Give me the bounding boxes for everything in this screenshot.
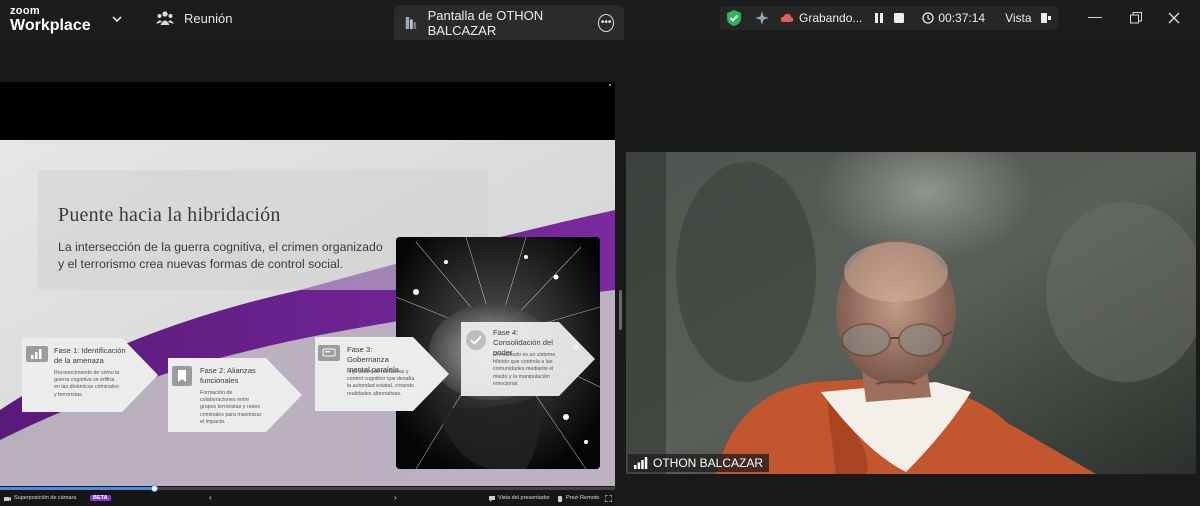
clock-icon bbox=[922, 12, 935, 24]
phase-2-desc: Formación de colaboraciones entre grupos… bbox=[200, 390, 262, 425]
presentation-player-bar: Superposición de cámara BETA ‹ › Vista d… bbox=[0, 485, 615, 506]
next-slide-icon[interactable]: › bbox=[394, 493, 397, 502]
phase-1-card: Fase 1: Identificación de la amenaza Rec… bbox=[22, 338, 158, 412]
phase-3-desc: Imposición de narrativas y control cogni… bbox=[347, 369, 415, 397]
progress-fill bbox=[0, 487, 154, 490]
camera-overlay-icon[interactable] bbox=[4, 496, 11, 502]
presenter-view-button[interactable]: Vista del presentador bbox=[498, 495, 550, 501]
beta-badge: BETA bbox=[90, 495, 111, 501]
brand-line-2: Workplace bbox=[10, 17, 91, 34]
brand-line-1: zoom bbox=[10, 5, 40, 17]
slide-subtitle: La intersección de la guerra cognitiva, … bbox=[58, 240, 383, 271]
fullscreen-icon[interactable] bbox=[605, 495, 612, 502]
presenter-view-icon[interactable] bbox=[489, 496, 495, 502]
phase-1-desc: Reconocimiento de cómo la guerra cogniti… bbox=[54, 370, 120, 398]
presentation-slide: Puente hacia la hibridación La intersecc… bbox=[0, 140, 615, 486]
screen-share-icon bbox=[405, 16, 417, 29]
phase-2-title: Fase 2: Alianzas funcionales bbox=[200, 366, 256, 385]
chevron-down-icon[interactable] bbox=[110, 12, 124, 26]
restore-icon[interactable] bbox=[1130, 12, 1142, 24]
bookmark-icon bbox=[172, 366, 192, 386]
screen-share-label: Pantalla de OTHON BALCAZAR bbox=[427, 7, 544, 38]
phase-3-card: Fase 3: Gobernanza mental paralela Impos… bbox=[315, 337, 449, 411]
participant-video bbox=[626, 152, 1196, 474]
close-icon[interactable] bbox=[1168, 12, 1180, 24]
view-layout-icon[interactable] bbox=[1040, 12, 1052, 24]
meeting-timer: 00:37:14 bbox=[938, 11, 986, 25]
cloud-record-icon bbox=[780, 13, 794, 22]
shared-screen-top bbox=[0, 82, 615, 140]
presentation-progress[interactable] bbox=[0, 485, 615, 492]
remote-icon[interactable] bbox=[557, 496, 563, 502]
check-icon bbox=[466, 330, 486, 350]
view-button[interactable]: Vista bbox=[1005, 11, 1031, 25]
shield-check-icon[interactable] bbox=[726, 9, 742, 27]
phase-2-card: Fase 2: Alianzas funcionales Formación d… bbox=[168, 358, 302, 432]
screen-share-tab[interactable]: Pantalla de OTHON BALCAZAR ••• bbox=[394, 5, 624, 40]
progress-knob[interactable] bbox=[150, 485, 158, 492]
participant-name: OTHON BALCAZAR bbox=[653, 456, 764, 470]
signal-strength-icon bbox=[634, 457, 648, 469]
split-view-handle[interactable] bbox=[619, 290, 622, 330]
camera-overlay-button[interactable]: Superposición de cámara bbox=[14, 495, 76, 501]
minimize-icon[interactable]: — bbox=[1088, 8, 1102, 24]
phase-1-title: Fase 1: Identificación de la amenaza bbox=[54, 346, 126, 365]
prezi-remote-button[interactable]: Prezi Remote bbox=[566, 495, 599, 501]
slide-title: Puente hacia la hibridación bbox=[58, 204, 281, 226]
phase-4-desc: El resultado es un sistema híbrido que c… bbox=[493, 352, 556, 387]
prev-slide-icon[interactable]: ‹ bbox=[209, 493, 212, 502]
phase-4-card: Fase 4: Consolidación del poder El resul… bbox=[461, 322, 595, 396]
recording-status: Grabando... bbox=[799, 11, 863, 25]
meeting-info-button[interactable]: Reunión bbox=[156, 10, 232, 26]
player-controls: Superposición de cámara BETA ‹ › Vista d… bbox=[0, 493, 615, 506]
stop-icon[interactable] bbox=[894, 13, 905, 23]
participant-name-tag: OTHON BALCAZAR bbox=[628, 454, 770, 472]
title-bar: zoom Workplace Reunión Pantalla de OTHON… bbox=[0, 0, 1200, 40]
more-options-icon[interactable]: ••• bbox=[598, 13, 614, 32]
pause-icon[interactable] bbox=[874, 12, 884, 24]
bar-chart-icon bbox=[26, 346, 48, 362]
recording-bar: Grabando... 00:37:14 Vista bbox=[720, 6, 1058, 30]
zoom-logo: zoom Workplace bbox=[10, 6, 91, 34]
people-icon bbox=[156, 11, 174, 25]
meeting-label: Reunión bbox=[184, 10, 233, 26]
sparkle-icon[interactable] bbox=[754, 10, 770, 26]
message-icon bbox=[318, 345, 340, 361]
